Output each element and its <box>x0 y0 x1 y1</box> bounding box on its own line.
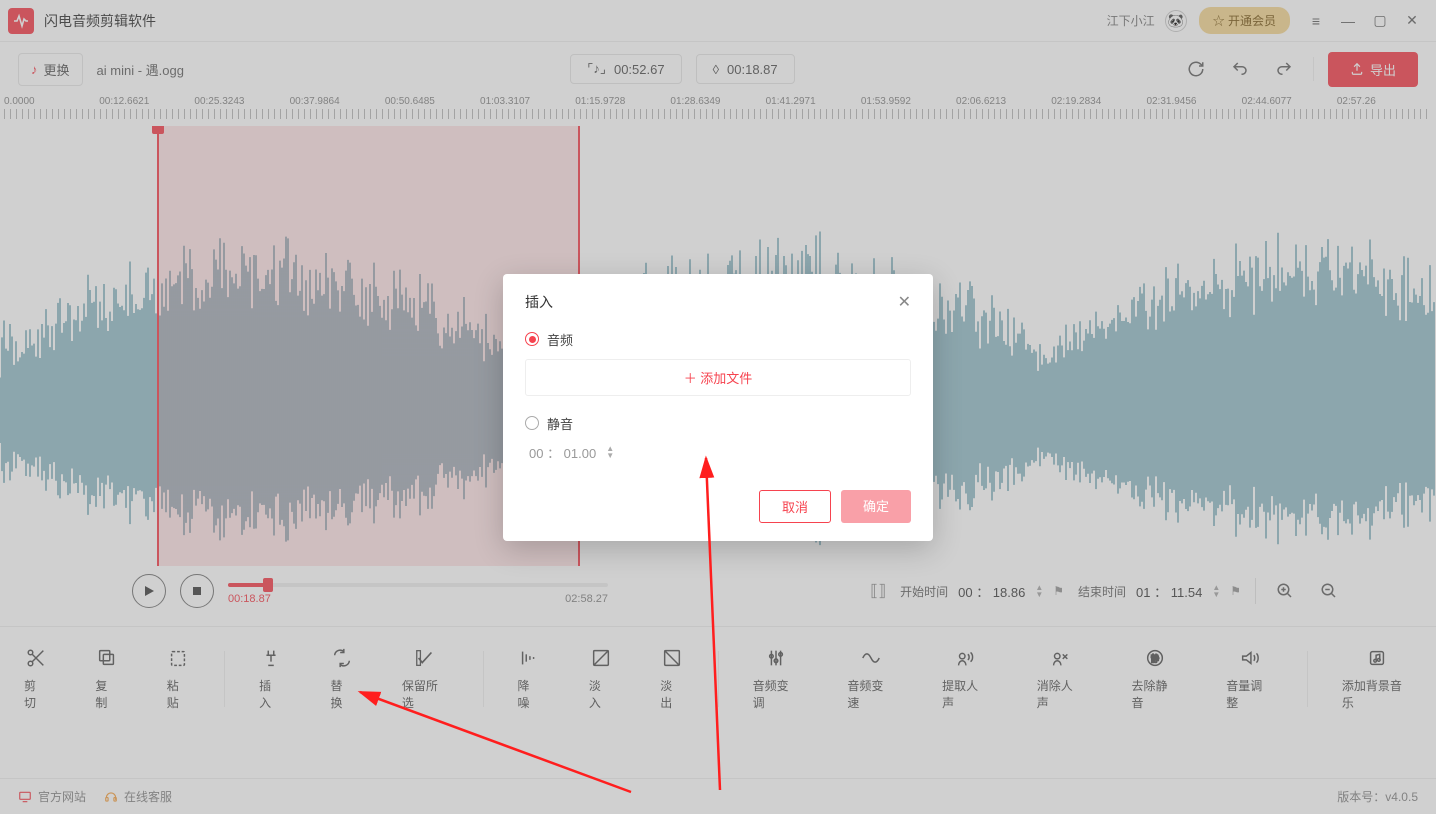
silence-time-input[interactable]: 00 ： 01.00 ▲▼ <box>529 443 911 462</box>
modal-title: 插入 <box>525 292 553 312</box>
radio-audio-indicator <box>525 332 539 346</box>
silence-stepper[interactable]: ▲▼ <box>606 445 614 459</box>
silence-time-value: 00 ： 01.00 <box>529 443 596 462</box>
insert-modal: 插入 ✕ 音频 ＋ 添加文件 静音 00 ： 01.00 ▲▼ 取消 确定 <box>503 274 933 541</box>
radio-silence-indicator <box>525 416 539 430</box>
add-file-button[interactable]: ＋ 添加文件 <box>525 359 911 396</box>
radio-silence[interactable]: 静音 <box>525 414 911 433</box>
cancel-button[interactable]: 取消 <box>759 490 831 523</box>
radio-silence-label: 静音 <box>547 414 573 433</box>
radio-audio-label: 音频 <box>547 330 573 349</box>
radio-audio[interactable]: 音频 <box>525 330 911 349</box>
ok-button[interactable]: 确定 <box>841 490 911 523</box>
modal-close-icon[interactable]: ✕ <box>898 292 911 312</box>
modal-overlay: 插入 ✕ 音频 ＋ 添加文件 静音 00 ： 01.00 ▲▼ 取消 确定 <box>0 0 1436 814</box>
